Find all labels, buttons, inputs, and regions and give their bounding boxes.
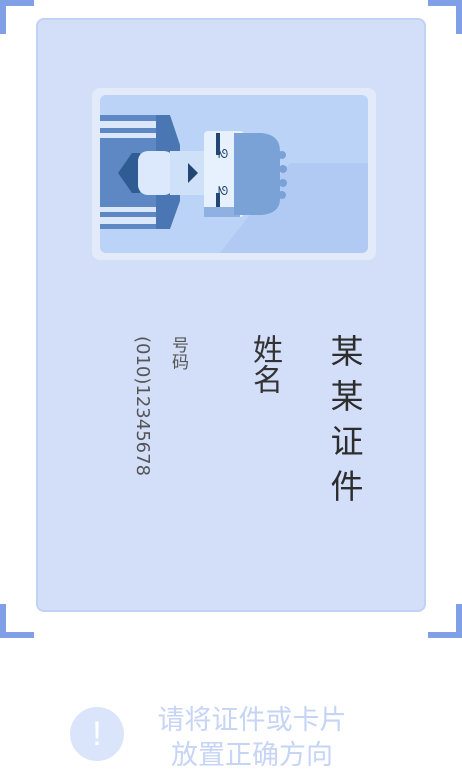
scan-frame-corner-top-left (0, 0, 34, 34)
hint-line-1: 请将证件或卡片 (157, 705, 347, 736)
card-title: 某某证件 (325, 334, 364, 514)
scan-frame-corner-top-right (428, 0, 462, 34)
card-number-value: (010)12345678 (132, 336, 153, 477)
hint-line-2: 放置正确方向 (171, 740, 333, 769)
svg-text:ᘚ: ᘚ (218, 184, 228, 198)
scan-frame-corner-bottom-right (428, 604, 462, 638)
scan-frame-corner-bottom-left (0, 604, 34, 638)
id-scanner-screen: ᘚ ᘚ 某某证件 姓名 号码 (010)12345678 ! 请将证件或卡片 放… (0, 0, 462, 769)
hint-message: 请将证件或卡片 放置正确方向 (142, 703, 362, 769)
id-card-example: ᘚ ᘚ 某某证件 姓名 号码 (010)12345678 (36, 18, 426, 612)
avatar-illustration: ᘚ ᘚ (100, 95, 368, 253)
photo-frame: ᘚ ᘚ (92, 88, 376, 260)
orientation-hint: ! 请将证件或卡片 放置正确方向 (70, 703, 400, 769)
svg-text:ᘚ: ᘚ (218, 147, 228, 161)
card-number-label: 号码 (168, 336, 188, 370)
exclamation-icon: ! (70, 707, 124, 761)
card-name-label: 姓名 (247, 334, 282, 394)
